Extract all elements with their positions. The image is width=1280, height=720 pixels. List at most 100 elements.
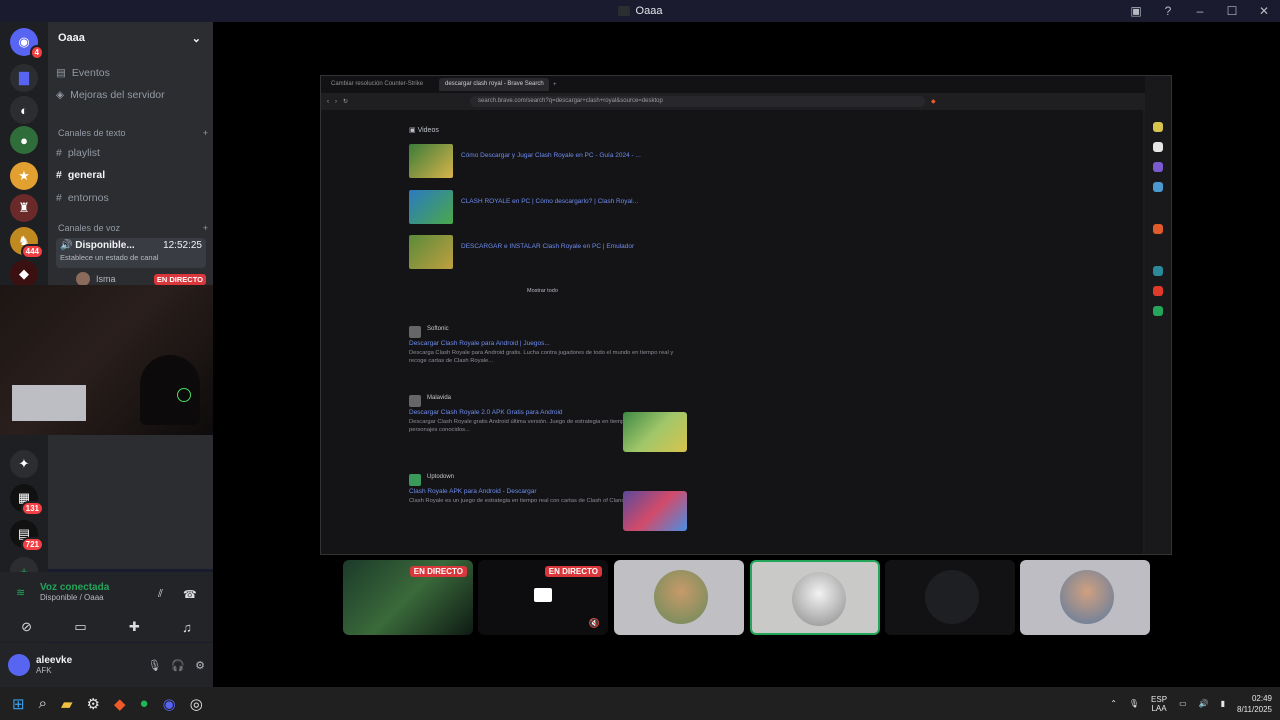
help-icon[interactable]: ? <box>1152 4 1184 18</box>
language-indicator[interactable]: ESP LAA <box>1151 695 1167 713</box>
video-title[interactable]: DESCARGAR e INSTALAR Clash Royale en PC … <box>461 243 634 250</box>
volume-icon[interactable]: 🔊 <box>1199 699 1209 708</box>
screen-share-icon[interactable]: ▭ <box>74 619 86 635</box>
disconnect-icon[interactable]: ☎ <box>183 588 197 601</box>
camera-off-icon[interactable]: ⊘ <box>21 619 32 635</box>
add-channel-icon[interactable]: + <box>203 128 208 138</box>
minimize-button[interactable]: – <box>1184 4 1216 18</box>
maximize-button[interactable]: ☐ <box>1216 4 1248 18</box>
channel-playlist[interactable]: # playlist <box>56 147 206 159</box>
result-thumbnail[interactable] <box>623 412 687 452</box>
avatar[interactable] <box>8 654 30 676</box>
browser-tab-active[interactable]: descargar clash royal - Brave Search <box>439 78 549 91</box>
activities-icon[interactable]: ✚ <box>129 619 140 635</box>
browser-tab[interactable]: Cambiar resolución Counter-Strike <box>325 78 435 91</box>
discord-icon[interactable]: ◉ <box>163 695 176 713</box>
avatar <box>654 570 708 624</box>
sidebar-app-icon[interactable] <box>1153 306 1163 316</box>
server-icon <box>617 6 630 16</box>
chevron-up-icon[interactable]: ⌃ <box>1110 699 1117 708</box>
sidebar-app-icon[interactable] <box>1153 224 1163 234</box>
server-icon-10[interactable]: ▤ 721 <box>10 520 44 552</box>
server-icon-9[interactable]: ▦ 131 <box>10 484 44 516</box>
video-title[interactable]: CLASH ROYALE en PC | Cómo descargarlo? |… <box>461 198 638 205</box>
user-tile[interactable] <box>614 560 744 635</box>
settings-gear-icon[interactable]: ⚙ <box>195 659 205 672</box>
channel-general[interactable]: # general <box>56 169 206 181</box>
microphone-icon[interactable]: 🎙 <box>1129 699 1139 708</box>
user-tile-speaking[interactable] <box>750 560 880 635</box>
spotify-icon[interactable]: ● <box>140 695 149 712</box>
clock[interactable]: 02:49 8/11/2025 <box>1237 693 1272 715</box>
windows-start-icon[interactable]: ⊞ <box>12 695 25 713</box>
server-icon-3[interactable]: ● <box>10 126 38 154</box>
file-explorer-icon[interactable]: ▰ <box>61 695 73 713</box>
channel-entornos[interactable]: # entornos <box>56 192 206 204</box>
video-title[interactable]: Cómo Descargar y Jugar Clash Royale en P… <box>461 152 641 159</box>
channel-eventos[interactable]: ▤ Eventos <box>56 67 206 79</box>
result-source: Malavida <box>427 395 452 401</box>
live-badge: EN DIRECTO <box>544 566 602 577</box>
result-thumbnail[interactable] <box>623 491 687 531</box>
channel-label: general <box>67 169 106 181</box>
browser-tabs: Cambiar resolución Counter-Strike descar… <box>321 76 1171 93</box>
back-icon[interactable]: ‹ <box>327 99 329 105</box>
server-icon-4[interactable]: ★ <box>10 162 38 190</box>
category-voice[interactable]: Canales de voz + <box>58 223 208 233</box>
video-thumbnail <box>409 144 453 178</box>
server-icon-7[interactable]: ◆ <box>10 260 38 288</box>
headphones-icon[interactable]: 🎧 <box>171 659 185 672</box>
close-button[interactable]: ✕ <box>1248 4 1280 18</box>
stream-tile[interactable]: EN DIRECTO <box>343 560 473 635</box>
video-result[interactable]: Cómo Descargar y Jugar Clash Royale en P… <box>409 144 689 178</box>
noise-suppression-icon[interactable]: ⫽ <box>158 588 163 601</box>
soundboard-icon[interactable]: ♫ <box>182 620 192 635</box>
server-icon-2[interactable]: ◐ <box>10 96 38 124</box>
user-name[interactable]: aleevke <box>36 655 72 666</box>
forward-icon[interactable]: › <box>335 99 337 105</box>
voice-member[interactable]: Isma EN DIRECTO <box>76 272 206 286</box>
search-result[interactable]: Softonic Descargar Clash Royale para And… <box>409 326 709 365</box>
sidebar-app-icon[interactable] <box>1153 182 1163 192</box>
steam-icon[interactable]: ◎ <box>190 695 203 713</box>
voice-status[interactable]: Establece un estado de canal <box>60 253 202 262</box>
video-result[interactable]: DESCARGAR e INSTALAR Clash Royale en PC … <box>409 235 689 269</box>
sidebar-app-icon[interactable] <box>1153 286 1163 296</box>
reload-icon[interactable]: ↻ <box>343 98 348 105</box>
sidebar-app-icon[interactable] <box>1153 266 1163 276</box>
video-result[interactable]: CLASH ROYALE en PC | Cómo descargarlo? |… <box>409 190 689 224</box>
settings-icon[interactable]: ⚙ <box>87 695 100 713</box>
brave-shield-icon[interactable]: ◆ <box>931 98 936 105</box>
user-tile[interactable] <box>885 560 1015 635</box>
user-tile[interactable] <box>1020 560 1150 635</box>
channel-label: playlist <box>67 147 100 159</box>
channel-mejoras[interactable]: ◈ Mejoras del servidor <box>56 89 206 101</box>
live-badge: EN DIRECTO <box>409 566 467 577</box>
brave-browser-icon[interactable]: ◆ <box>114 695 126 713</box>
result-title[interactable]: Descargar Clash Royale para Android | Ju… <box>409 340 709 347</box>
new-tab-icon[interactable]: + <box>553 82 557 88</box>
video-thumbnail <box>409 190 453 224</box>
voice-channel[interactable]: 🔊 Disponible... 12:52:25 Establece un est… <box>56 238 206 268</box>
microphone-icon[interactable]: 🎙 <box>147 659 161 672</box>
discord-home-icon[interactable]: ◉ 4 <box>10 28 44 60</box>
sidebar-app-icon[interactable] <box>1153 162 1163 172</box>
inbox-icon[interactable]: ▣ <box>1120 4 1152 18</box>
server-icon-5[interactable]: ♜ <box>10 194 38 222</box>
sidebar-app-icon[interactable] <box>1153 142 1163 152</box>
avatar <box>1060 570 1114 624</box>
folder-icon[interactable]: ▇ <box>10 64 38 92</box>
server-icon-6[interactable]: ♞ 444 <box>10 227 44 259</box>
address-bar[interactable]: search.brave.com/search?q=descargar+clas… <box>470 96 926 107</box>
network-icon[interactable]: ▭ <box>1179 699 1187 708</box>
server-icon-8[interactable]: ✦ <box>10 450 38 478</box>
server-name-header[interactable]: Oaaa ⌄ <box>48 22 213 54</box>
stream-tile[interactable]: EN DIRECTO 🔇 <box>478 560 608 635</box>
category-text[interactable]: Canales de texto + <box>58 128 208 138</box>
show-all-link[interactable]: Mostrar todo <box>527 288 558 294</box>
search-icon[interactable]: ⌕ <box>39 695 47 712</box>
headset-icon <box>177 388 191 402</box>
add-channel-icon[interactable]: + <box>203 223 208 233</box>
battery-icon[interactable]: ▮ <box>1221 699 1225 708</box>
sidebar-app-icon[interactable] <box>1153 122 1163 132</box>
